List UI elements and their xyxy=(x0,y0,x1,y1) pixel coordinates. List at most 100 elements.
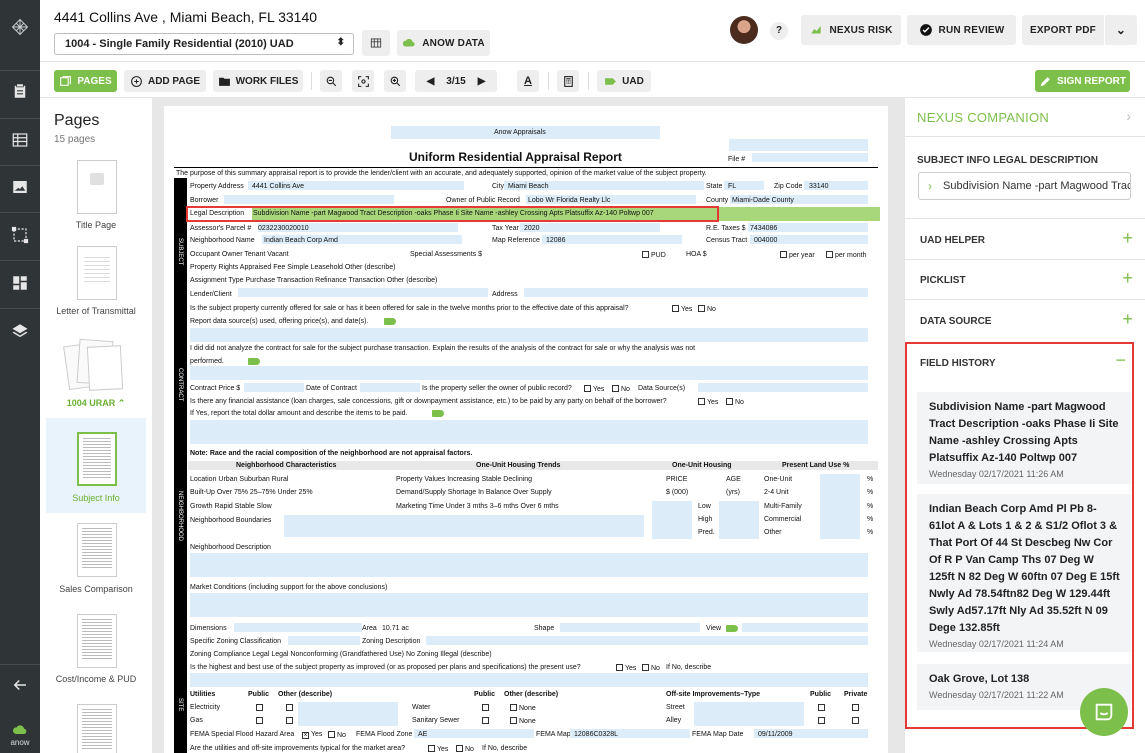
pages-button[interactable]: PAGES xyxy=(54,70,117,92)
electricity-public-checkbox[interactable] xyxy=(256,704,263,711)
offered-yes-checkbox[interactable] xyxy=(672,305,679,312)
water-public-checkbox[interactable] xyxy=(482,704,489,711)
page-label-letter[interactable]: Letter of Transmittal xyxy=(40,306,152,316)
electricity-other[interactable] xyxy=(286,704,295,712)
builtup-row[interactable]: Built-Up Over 75% 25–75% Under 25% xyxy=(190,489,313,496)
map-icon[interactable] xyxy=(0,220,40,250)
alley-public[interactable] xyxy=(818,717,827,725)
history-entry[interactable]: Subdivision Name -part Magwood Tract Des… xyxy=(917,392,1131,484)
nexus-risk-button[interactable]: NEXUS RISK xyxy=(801,15,901,45)
top-right-field[interactable] xyxy=(729,139,868,151)
fema-area-no[interactable]: No xyxy=(328,731,346,739)
street-public[interactable] xyxy=(818,704,827,712)
uad-tag-icon[interactable] xyxy=(248,358,260,365)
electricity-public[interactable] xyxy=(256,704,265,712)
contract-date-field[interactable] xyxy=(360,383,420,392)
growth-row[interactable]: Growth Rapid Stable Slow xyxy=(190,503,272,510)
seller-yes[interactable]: Yes xyxy=(584,385,604,393)
page-thumb-letter[interactable] xyxy=(77,246,117,300)
fema-yes-checkbox[interactable]: × xyxy=(302,732,309,739)
expand-plus-icon[interactable]: + xyxy=(1122,309,1133,330)
uad-tag-icon[interactable] xyxy=(384,318,396,325)
utilities-yes-checkbox[interactable] xyxy=(428,745,435,752)
pud-checkbox[interactable] xyxy=(642,251,649,258)
shape-field[interactable] xyxy=(560,623,700,632)
expand-plus-icon[interactable]: + xyxy=(1122,268,1133,289)
page-group-1004[interactable]: 1004 URAR ⌃ xyxy=(40,398,152,409)
nb-description-field[interactable] xyxy=(190,553,868,577)
collapse-minus-icon[interactable]: − xyxy=(1115,350,1126,371)
page-thumb-next[interactable] xyxy=(77,704,117,753)
water-none[interactable]: None xyxy=(510,704,536,712)
text-format-button[interactable]: A xyxy=(517,70,539,92)
lender-field[interactable] xyxy=(238,288,488,297)
utilities-other-field[interactable] xyxy=(298,702,398,726)
hbu-field[interactable] xyxy=(190,673,868,687)
sanitary-public[interactable] xyxy=(482,717,491,725)
page-label-cost[interactable]: Cost/Income & PUD xyxy=(40,674,152,684)
form-type-select[interactable]: 1004 - Single Family Residential (2010) … xyxy=(54,33,354,55)
next-page-icon[interactable]: ▶ xyxy=(478,76,486,87)
zoom-in-button[interactable] xyxy=(384,70,406,92)
street-private[interactable] xyxy=(852,704,861,712)
export-dropdown-button[interactable]: ⌄ xyxy=(1105,15,1137,45)
chat-button[interactable] xyxy=(1080,688,1128,736)
fema-area-yes[interactable]: × Yes xyxy=(302,731,322,739)
page-thumb-title[interactable] xyxy=(77,160,117,214)
street-private-checkbox[interactable] xyxy=(852,704,859,711)
sanitary-public-checkbox[interactable] xyxy=(482,717,489,724)
app-logo-icon[interactable] xyxy=(0,10,40,44)
seller-no[interactable]: No xyxy=(612,385,630,393)
uad-helper-heading[interactable]: UAD HELPER xyxy=(920,235,985,246)
page-thumb-subject[interactable] xyxy=(77,432,117,486)
lender-address-field[interactable] xyxy=(524,288,868,297)
electricity-other-checkbox[interactable] xyxy=(286,704,293,711)
uad-button[interactable]: UAD xyxy=(597,70,651,92)
field-history-heading[interactable]: FIELD HISTORY xyxy=(920,358,996,369)
assignment-row[interactable]: Assignment Type Purchase Transaction Ref… xyxy=(190,277,437,284)
hbu-no-checkbox[interactable] xyxy=(642,664,649,671)
prev-page-icon[interactable]: ◀ xyxy=(427,76,435,87)
alley-private[interactable] xyxy=(852,717,861,725)
assistance-no-checkbox[interactable] xyxy=(726,398,733,405)
page-label-sales[interactable]: Sales Comparison xyxy=(40,584,152,594)
seller-no-checkbox[interactable] xyxy=(612,385,619,392)
market-conditions-field[interactable] xyxy=(190,593,868,617)
assistance-no[interactable]: No xyxy=(726,398,744,406)
fit-page-button[interactable] xyxy=(352,70,374,92)
utilities-no[interactable]: No xyxy=(456,745,474,753)
help-button[interactable]: ? xyxy=(770,22,788,40)
location-row[interactable]: Location Urban Suburban Rural xyxy=(190,476,288,483)
map-pin-button[interactable] xyxy=(362,30,390,56)
age-range-field[interactable] xyxy=(719,501,759,539)
offered-no-checkbox[interactable] xyxy=(698,305,705,312)
marketing-time-row[interactable]: Marketing Time Under 3 mths 3–6 mths Ove… xyxy=(396,503,559,510)
per-month-option[interactable]: per month xyxy=(826,251,867,259)
occupant-row[interactable]: Occupant Owner Tenant Vacant xyxy=(190,251,289,258)
page-label-subject[interactable]: Subject Info xyxy=(40,493,152,503)
gas-other-checkbox[interactable] xyxy=(286,717,293,724)
uad-tag-icon[interactable] xyxy=(726,625,738,632)
sign-report-button[interactable]: SIGN REPORT xyxy=(1035,70,1130,92)
assistance-field[interactable] xyxy=(190,420,868,444)
dimensions-field[interactable] xyxy=(234,623,362,632)
run-review-button[interactable]: RUN REVIEW xyxy=(907,15,1016,45)
layers-icon[interactable] xyxy=(0,316,40,346)
utilities-yes[interactable]: Yes xyxy=(428,745,448,753)
zoom-out-button[interactable] xyxy=(320,70,342,92)
zoning-desc-field[interactable] xyxy=(426,636,868,645)
hbu-yes[interactable]: Yes xyxy=(616,664,636,672)
contract-analysis-field[interactable] xyxy=(190,366,868,380)
borrower-field[interactable] xyxy=(224,195,394,204)
dashboard-icon[interactable] xyxy=(0,268,40,298)
clipboard-icon[interactable] xyxy=(0,76,40,106)
street-public-checkbox[interactable] xyxy=(818,704,825,711)
sanitary-none[interactable]: None xyxy=(510,717,536,725)
gas-other[interactable] xyxy=(286,717,295,725)
sanitary-none-checkbox[interactable] xyxy=(510,717,517,724)
page-thumb-cost[interactable] xyxy=(77,614,117,668)
user-avatar[interactable] xyxy=(730,16,758,44)
gas-public-checkbox[interactable] xyxy=(256,717,263,724)
per-month-checkbox[interactable] xyxy=(826,251,833,258)
file-number-field[interactable] xyxy=(752,153,868,162)
